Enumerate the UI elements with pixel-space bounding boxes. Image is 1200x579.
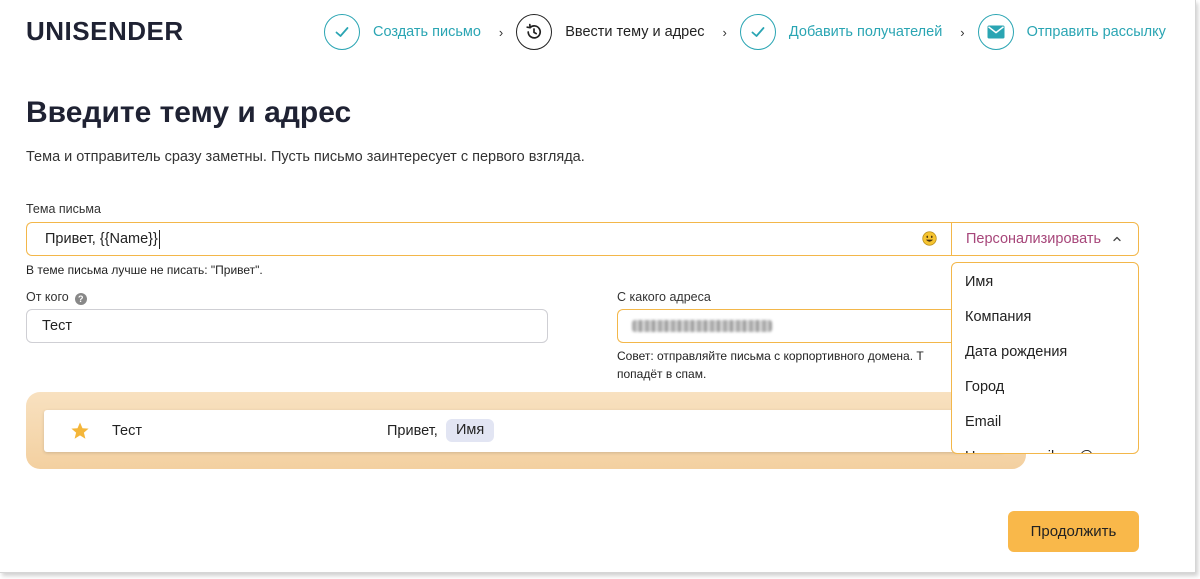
history-icon (516, 14, 553, 50)
wizard-steps: Создать письмо › Ввести тему и адрес › Д… (324, 14, 1166, 50)
tip-line: попадёт в спам. (617, 367, 707, 381)
logo: UNISENDER (26, 16, 184, 46)
star-icon (71, 422, 89, 439)
sender-label: От кого? (26, 290, 87, 305)
address-select[interactable] (617, 309, 957, 343)
preview-sender: Тест (112, 423, 142, 439)
subject-hint: В теме письма лучше не писать: "Привет". (26, 263, 263, 277)
help-icon[interactable]: ? (74, 293, 87, 305)
step-label: Добавить получателей (788, 24, 943, 40)
preview-subject: Привет, (387, 423, 438, 439)
page-subtitle: Тема и отправитель сразу заметны. Пусть … (26, 149, 585, 165)
menu-item-company[interactable]: Компания (952, 299, 1138, 334)
sender-label-text: От кого (26, 290, 69, 304)
menu-item-birthday[interactable]: Дата рождения (952, 334, 1138, 369)
sender-value: Тест (42, 318, 72, 334)
step-send-campaign[interactable]: Отправить рассылку (977, 14, 1166, 50)
step-subject-address[interactable]: Ввести тему и адрес (516, 14, 705, 50)
step-create-letter[interactable]: Создать письмо (324, 14, 481, 50)
step-add-recipients[interactable]: Добавить получателей (739, 14, 943, 50)
chevron-up-icon (1113, 236, 1121, 242)
preview-merge-tag: Имя (446, 419, 495, 442)
subject-value: Привет, {{Name}} (45, 231, 158, 247)
step-label: Ввести тему и адрес (565, 24, 705, 40)
address-tip: Совет: отправляйте письма с корпортивног… (617, 347, 957, 383)
check-icon (739, 14, 776, 50)
chevron-right-icon: › (960, 24, 965, 40)
envelope-icon (977, 14, 1014, 50)
menu-item-city[interactable]: Город (952, 369, 1138, 404)
personalize-label: Персонализировать (966, 231, 1102, 247)
step-label: Отправить рассылку (1026, 24, 1166, 40)
personalize-button[interactable]: Персонализировать (951, 222, 1139, 256)
tip-line: Совет: отправляйте письма с корпортивног… (617, 349, 924, 363)
check-icon (324, 14, 360, 50)
subject-input[interactable]: Привет, {{Name}} (26, 222, 951, 256)
menu-item-email-prefix[interactable]: Начало email до @ (952, 439, 1138, 454)
text-caret (158, 229, 160, 249)
continue-button[interactable]: Продолжить (1008, 511, 1139, 552)
sender-input[interactable]: Тест (26, 309, 548, 343)
emoji-icon[interactable] (922, 231, 937, 246)
step-label: Создать письмо (373, 24, 481, 40)
page-title: Введите тему и адрес (26, 96, 352, 129)
subject-label: Тема письма (26, 202, 101, 216)
address-label: С какого адреса (617, 290, 711, 304)
personalize-menu: Имя Компания Дата рождения Город Email Н… (951, 262, 1139, 454)
redacted-email (632, 320, 772, 332)
inbox-preview-row (44, 410, 1004, 452)
menu-item-name[interactable]: Имя (952, 264, 1138, 299)
menu-item-email[interactable]: Email (952, 404, 1138, 439)
chevron-right-icon: › (722, 24, 727, 40)
chevron-right-icon: › (498, 24, 504, 40)
